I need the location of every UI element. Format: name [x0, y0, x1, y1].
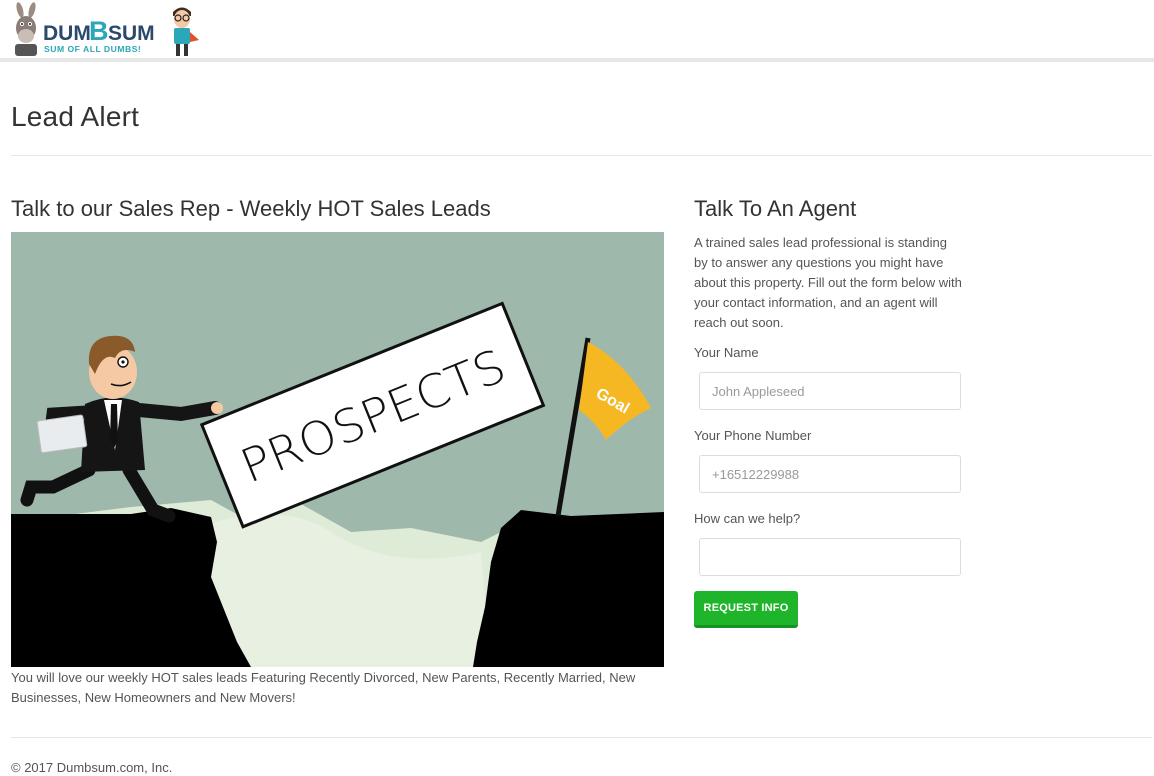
prospects-illustration: Goal PROSPECTS [11, 232, 664, 667]
logo-text-part1: DUM [43, 22, 91, 45]
agent-description: A trained sales lead professional is sta… [694, 235, 962, 330]
phone-input[interactable] [699, 455, 961, 493]
title-divider [11, 155, 1152, 156]
footer-copyright: © 2017 Dumbsum.com, Inc. [11, 760, 173, 775]
request-info-button[interactable]: REQUEST INFO [694, 591, 798, 628]
page-title: Lead Alert [11, 101, 140, 132]
illustration-caption: You will love our weekly HOT sales leads… [11, 670, 636, 705]
name-label: Your Name [694, 345, 759, 360]
site-header: DUM B SUM SUM OF ALL DUMBS! [0, 0, 1154, 59]
help-input[interactable] [699, 538, 961, 576]
agent-heading: Talk To An Agent [694, 196, 857, 221]
header-divider [0, 58, 1154, 62]
help-label: How can we help? [694, 511, 801, 526]
phone-label: Your Phone Number [694, 428, 812, 443]
donkey-mascot-icon [15, 2, 37, 56]
footer-divider [11, 737, 1152, 738]
main-heading: Talk to our Sales Rep - Weekly HOT Sales… [11, 196, 491, 221]
logo-graphic: DUM B SUM SUM OF ALL DUMBS! [15, 2, 199, 56]
logo-text-part2: B [89, 16, 109, 46]
illustration-graphic: Goal PROSPECTS [11, 232, 664, 667]
site-logo[interactable]: DUM B SUM SUM OF ALL DUMBS! [12, 2, 202, 58]
nerd-mascot-icon [173, 7, 199, 56]
logo-tagline: SUM OF ALL DUMBS! [44, 44, 141, 54]
logo-text-part3: SUM [108, 22, 155, 45]
name-input[interactable] [699, 372, 961, 410]
